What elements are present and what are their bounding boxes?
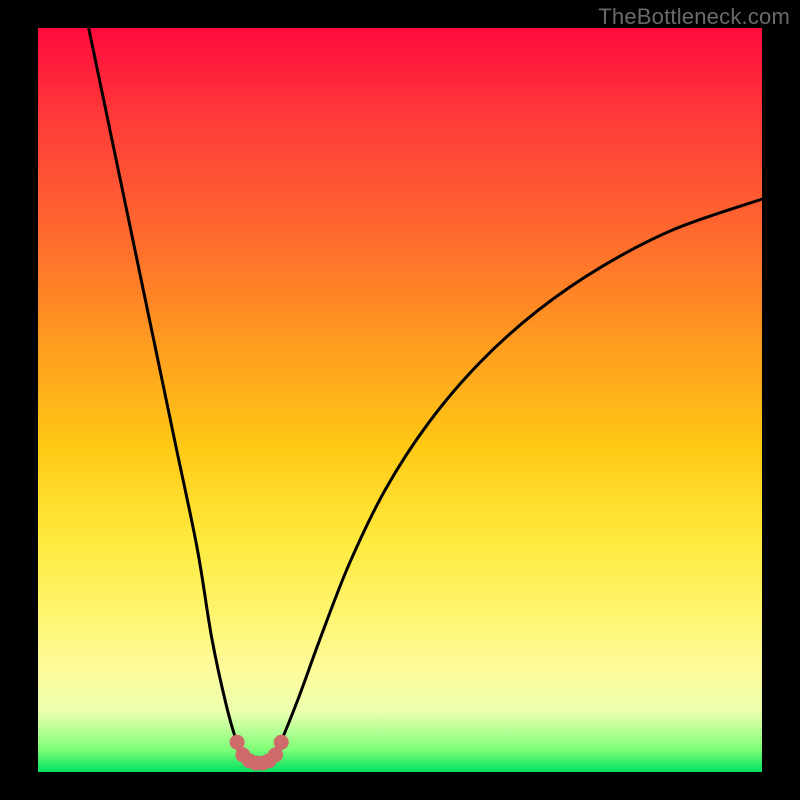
min-marker [268, 748, 282, 762]
min-marker [274, 735, 288, 749]
bottleneck-curve [89, 28, 762, 763]
min-marker [230, 735, 244, 749]
plot-area [38, 28, 762, 772]
chart-frame: TheBottleneck.com [0, 0, 800, 800]
chart-svg [38, 28, 762, 772]
watermark-text: TheBottleneck.com [598, 4, 790, 30]
min-region-markers [230, 735, 288, 770]
